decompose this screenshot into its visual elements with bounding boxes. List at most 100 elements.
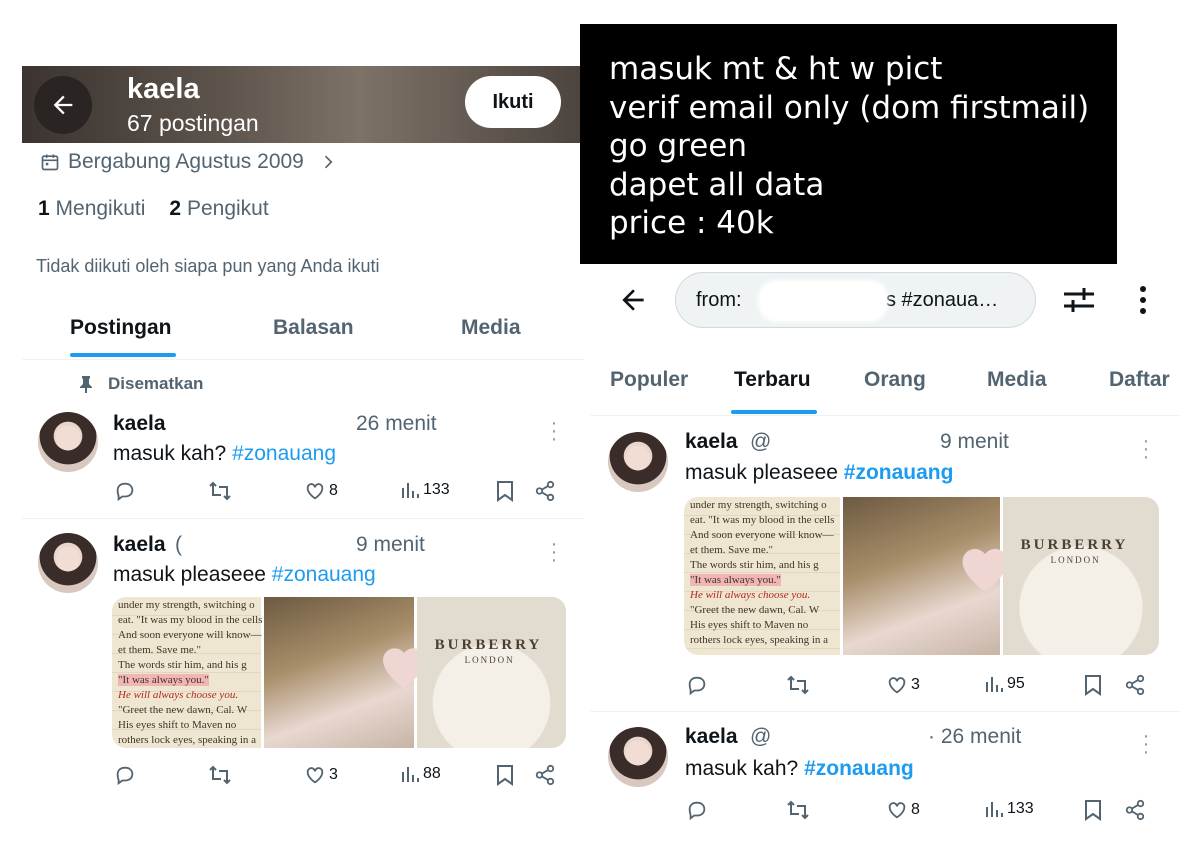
retweet-icon[interactable]	[786, 674, 810, 696]
tweet-handle[interactable]: @	[750, 430, 771, 454]
media-image-book[interactable]: under my strength, switching o eat. "It …	[684, 497, 841, 655]
tab-populer[interactable]: Populer	[610, 368, 688, 392]
tweet-media[interactable]: under my strength, switching o eat. "It …	[684, 497, 1159, 655]
like-count: 3	[329, 766, 338, 783]
heart-icon	[306, 483, 324, 500]
tab-postingan[interactable]: Postingan	[70, 316, 172, 340]
bookmark-icon[interactable]	[1084, 799, 1102, 821]
views-button[interactable]: 133	[984, 799, 1034, 819]
tweet-author-name[interactable]: kaela	[113, 412, 166, 436]
pin-icon	[80, 376, 92, 393]
views-icon	[986, 802, 1003, 817]
back-button[interactable]	[34, 76, 92, 134]
tab-media[interactable]: Media	[987, 368, 1047, 392]
bookmark-icon[interactable]	[1084, 674, 1102, 696]
tweet-author-name[interactable]: kaela	[685, 725, 738, 749]
reply-icon[interactable]	[686, 674, 708, 696]
avatar[interactable]	[38, 412, 98, 472]
promo-text-box: masuk mt & ht w pict verif email only (d…	[580, 24, 1117, 264]
heart-icon	[888, 677, 906, 694]
tweet-time[interactable]: 26 menit	[356, 412, 437, 436]
tab-terbaru[interactable]: Terbaru	[734, 368, 811, 392]
like-button[interactable]: 8	[304, 480, 338, 502]
more-options-icon[interactable]: · · ·	[549, 534, 559, 570]
redacted-area	[758, 280, 888, 322]
tweet-text: masuk kah? #zonauang	[113, 442, 337, 465]
retweet-icon[interactable]	[208, 764, 232, 786]
tweet-actions: 8 133	[686, 797, 1152, 825]
hashtag-link[interactable]: #zonauang	[844, 461, 954, 484]
view-count: 95	[1007, 675, 1025, 692]
share-icon[interactable]	[1124, 799, 1146, 821]
profile-name: kaela	[127, 73, 200, 105]
tweet-author-name[interactable]: kaela	[685, 430, 738, 454]
share-icon[interactable]	[534, 480, 556, 502]
tweet-media[interactable]: under my strength, switching o eat. "It …	[112, 597, 566, 748]
tweet-time[interactable]: 9 menit	[356, 533, 425, 557]
following-link[interactable]: 1 Mengikuti	[38, 197, 145, 221]
reply-icon[interactable]	[686, 799, 708, 821]
media-image-book[interactable]: under my strength, switching o eat. "It …	[112, 597, 262, 748]
joined-label: Bergabung Agustus 2009	[68, 150, 304, 173]
media-image-sweater[interactable]: BURBERRY LONDON	[416, 597, 566, 748]
views-button[interactable]: 95	[984, 674, 1025, 694]
active-tab-indicator	[70, 353, 176, 357]
bookmark-icon[interactable]	[496, 764, 514, 786]
share-icon[interactable]	[534, 764, 556, 786]
media-image-sweater[interactable]: BURBERRY LONDON	[1002, 497, 1159, 655]
reply-icon[interactable]	[114, 764, 136, 786]
views-button[interactable]: 133	[400, 480, 450, 500]
avatar[interactable]	[608, 727, 668, 787]
share-icon[interactable]	[1124, 674, 1146, 696]
more-vertical-icon[interactable]	[1136, 284, 1150, 318]
tweet-handle[interactable]: (	[175, 533, 182, 557]
like-button[interactable]: 3	[886, 674, 920, 696]
profile-tabs: Postingan Balasan Media	[22, 306, 584, 360]
like-button[interactable]: 3	[304, 764, 338, 786]
search-tabs: Populer Terbaru Orang Media Daftar	[590, 352, 1180, 416]
tab-balasan[interactable]: Balasan	[273, 316, 354, 340]
bookmark-icon[interactable]	[496, 480, 514, 502]
retweet-icon[interactable]	[786, 799, 810, 821]
tweet-time[interactable]: 9 menit	[940, 430, 1009, 454]
like-count: 8	[329, 482, 338, 499]
like-button[interactable]: 8	[886, 799, 920, 821]
tweet-text: masuk kah? #zonauang	[685, 757, 914, 780]
media-image-mugs[interactable]	[264, 597, 426, 748]
avatar[interactable]	[608, 432, 668, 492]
hashtag-link[interactable]: #zonauang	[272, 563, 376, 586]
tab-media[interactable]: Media	[461, 316, 521, 340]
like-count: 3	[911, 676, 920, 693]
more-options-icon[interactable]: · · ·	[1141, 726, 1151, 762]
reply-icon[interactable]	[114, 480, 136, 502]
followers-link[interactable]: 2 Pengikut	[169, 197, 268, 221]
filter-sliders-icon[interactable]	[1062, 284, 1096, 316]
follow-stats: 1 Mengikuti 2 Pengikut	[38, 197, 269, 221]
calendar-icon	[41, 154, 59, 171]
active-tab-indicator	[731, 410, 817, 414]
views-icon	[986, 677, 1003, 692]
follow-button[interactable]: Ikuti	[465, 76, 561, 128]
hashtag-link[interactable]: #zonauang	[232, 442, 336, 465]
chevron-right-icon	[324, 155, 333, 169]
arrow-left-icon[interactable]	[617, 284, 649, 316]
tab-daftar[interactable]: Daftar	[1109, 368, 1170, 392]
tweet-author-name[interactable]: kaela	[113, 533, 166, 557]
avatar[interactable]	[38, 533, 98, 593]
media-image-mugs[interactable]	[843, 497, 1008, 655]
promo-line: go green	[609, 128, 748, 164]
tweet-text: masuk pleaseee #zonauang	[685, 461, 954, 484]
retweet-icon[interactable]	[208, 480, 232, 502]
joined-date[interactable]: Bergabung Agustus 2009	[40, 150, 338, 174]
tweet-time[interactable]: · 26 menit	[928, 725, 1021, 749]
tweet-text: masuk pleaseee #zonauang	[113, 563, 376, 586]
tweet-handle[interactable]: @	[750, 725, 771, 749]
more-options-icon[interactable]: · · ·	[549, 413, 559, 449]
heart-icon	[306, 767, 324, 784]
more-options-icon[interactable]: · · ·	[1141, 431, 1151, 467]
promo-line: masuk mt & ht w pict	[609, 51, 943, 87]
views-icon	[402, 483, 419, 498]
views-button[interactable]: 88	[400, 764, 441, 784]
hashtag-link[interactable]: #zonauang	[804, 757, 914, 780]
tab-orang[interactable]: Orang	[864, 368, 926, 392]
